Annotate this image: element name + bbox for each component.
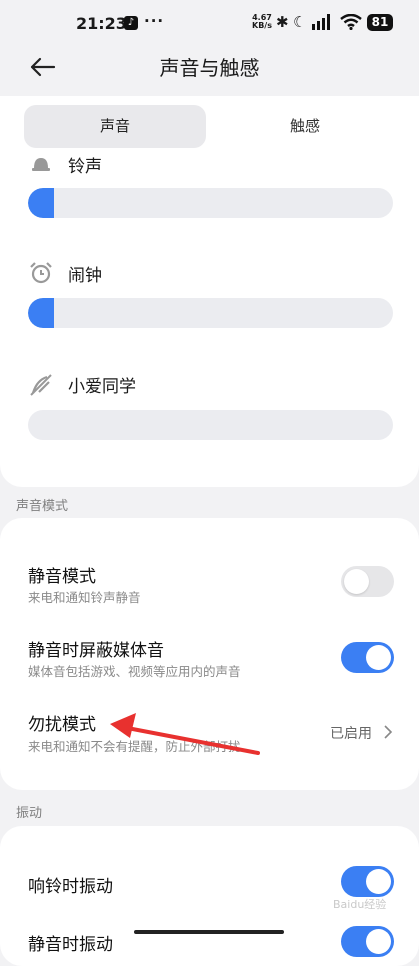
annotation-arrow bbox=[110, 713, 260, 755]
baidu-watermark: Baidu经验 bbox=[333, 898, 387, 911]
home-indicator bbox=[134, 930, 284, 934]
